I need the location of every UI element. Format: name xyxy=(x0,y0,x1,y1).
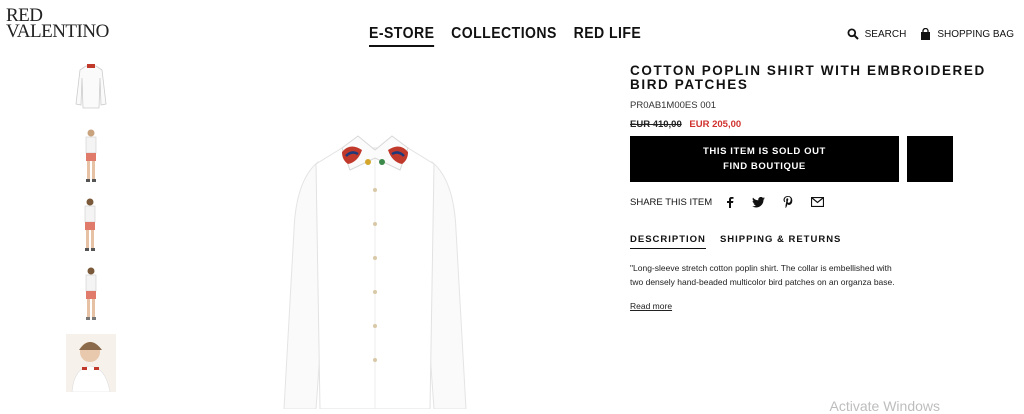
brand-logo[interactable]: RED VALENTINO xyxy=(6,6,116,42)
sale-price: EUR 205,00 xyxy=(689,119,742,130)
windows-activation-watermark: Activate Windows xyxy=(829,398,940,414)
thumbnail-model-closeup[interactable] xyxy=(66,334,116,393)
pinterest-icon[interactable] xyxy=(783,196,793,208)
nav-red-life[interactable]: RED LIFE xyxy=(574,25,642,47)
tab-description[interactable]: DESCRIPTION xyxy=(630,234,706,249)
product-info: COTTON POPLIN SHIRT WITH EMBROIDERED BIR… xyxy=(630,64,1020,314)
share-label: SHARE THIS ITEM xyxy=(630,196,713,208)
nav-collections[interactable]: COLLECTIONS xyxy=(451,25,557,47)
search-button[interactable]: SEARCH xyxy=(847,28,907,40)
shopping-bag-button[interactable]: SHOPPING BAG xyxy=(920,28,1014,40)
shopping-bag-label: SHOPPING BAG xyxy=(937,28,1014,40)
original-price: EUR 410,00 xyxy=(630,119,682,130)
twitter-icon[interactable] xyxy=(752,196,766,208)
tab-shipping-returns[interactable]: SHIPPING & RETURNS xyxy=(720,234,841,249)
product-description: "Long-sleeve stretch cotton poplin shirt… xyxy=(630,263,895,287)
thumbnail-model-front[interactable] xyxy=(66,127,116,185)
search-label: SEARCH xyxy=(864,28,907,40)
facebook-icon[interactable] xyxy=(726,196,734,208)
bag-icon xyxy=(921,28,931,40)
read-more-link[interactable]: Read more xyxy=(630,301,672,311)
share-row: SHARE THIS ITEM xyxy=(630,196,1020,208)
product-title: COTTON POPLIN SHIRT WITH EMBROIDERED BIR… xyxy=(630,63,986,92)
product-main-image[interactable] xyxy=(270,120,480,410)
price-block: EUR 410,00 EUR 205,00 xyxy=(630,119,1020,130)
find-boutique-label: FIND BOUTIQUE xyxy=(723,161,806,172)
thumbnail-shirt[interactable] xyxy=(66,58,116,116)
action-row: THIS ITEM IS SOLD OUT FIND BOUTIQUE xyxy=(630,136,1020,182)
mail-icon[interactable] xyxy=(811,197,825,207)
search-icon xyxy=(847,28,859,40)
sold-out-label: THIS ITEM IS SOLD OUT xyxy=(703,146,826,157)
wishlist-button[interactable] xyxy=(907,136,953,182)
main-nav: E-STORE COLLECTIONS RED LIFE xyxy=(369,25,641,47)
find-boutique-button[interactable]: THIS ITEM IS SOLD OUT FIND BOUTIQUE xyxy=(630,136,899,182)
thumbnail-model-back[interactable] xyxy=(66,265,116,323)
brand-logo-line2: VALENTINO xyxy=(6,21,109,42)
thumbnail-model-side[interactable] xyxy=(66,196,116,254)
product-tabs: DESCRIPTION SHIPPING & RETURNS xyxy=(630,234,1020,249)
nav-estore[interactable]: E-STORE xyxy=(369,25,435,47)
product-sku: PR0AB1M00ES 001 xyxy=(630,100,717,111)
thumbnail-list xyxy=(66,58,116,403)
header-actions: SEARCH SHOPPING BAG xyxy=(833,28,1014,40)
